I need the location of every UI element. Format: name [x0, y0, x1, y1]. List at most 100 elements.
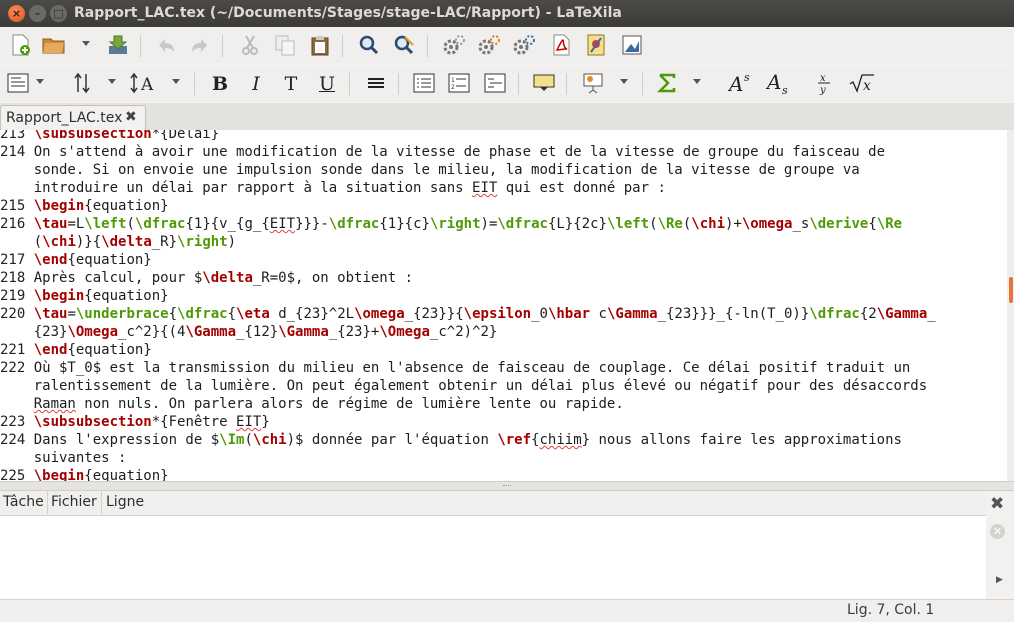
copy-icon[interactable] [273, 33, 297, 57]
itemize-icon[interactable] [412, 71, 436, 95]
window-maximize-button[interactable]: □ [50, 5, 67, 22]
latex-command: \Gamma [606, 306, 658, 322]
code-line: 216 \tau=L\left(\dfrac{1}{v_{g_{EIT}}}-\… [0, 215, 902, 233]
code-text: { [227, 306, 237, 322]
square-root-icon[interactable]: x [848, 71, 876, 95]
latex-command: \Re [876, 216, 903, 232]
view-dvi-icon[interactable] [584, 33, 608, 57]
compile-dvi-gear-icon[interactable] [512, 33, 536, 57]
spacing-icon[interactable] [70, 71, 94, 95]
code-text: _0 [531, 306, 548, 322]
enumerate-icon[interactable]: 12 [447, 71, 471, 95]
latex-command: \chi [42, 234, 76, 250]
superscript-icon[interactable]: As [728, 71, 754, 95]
code-text: Dans l'expression de $ [33, 432, 220, 448]
code-text: =L [67, 216, 85, 232]
close-panel-icon[interactable]: ✖ [990, 494, 1004, 514]
code-line: 214 On s'attend à avoir une modification… [0, 143, 885, 161]
misspelled-word: EIT [472, 180, 498, 196]
subscript-icon[interactable]: As [766, 71, 792, 95]
code-text: _R=0$, on obtient : [252, 270, 414, 286]
line-number: 213 [0, 130, 34, 142]
column-header-file[interactable]: Fichier [48, 491, 100, 514]
math-chevron-down-icon[interactable] [693, 79, 701, 84]
underline-button[interactable]: U [315, 71, 339, 97]
presentation-chevron-down-icon[interactable] [620, 79, 628, 84]
line-number [0, 396, 34, 412]
math-sum-icon[interactable] [655, 71, 679, 95]
new-file-icon[interactable] [8, 33, 32, 57]
splitter-grip [503, 485, 511, 488]
spacing-chevron-down-icon[interactable] [108, 79, 116, 84]
pane-splitter[interactable] [0, 481, 1014, 491]
code-text: ( [33, 234, 43, 250]
view-ps-icon[interactable] [620, 33, 644, 57]
latex-command: \omega [354, 306, 405, 322]
bold-button[interactable]: B [208, 71, 232, 97]
code-text: {equation} [84, 198, 169, 214]
typewriter-button[interactable]: T [279, 71, 303, 97]
cut-icon[interactable] [238, 33, 262, 57]
line-number: 219 [0, 288, 34, 304]
code-text: {1}{v_{g_{ [185, 216, 270, 232]
paste-icon[interactable] [308, 33, 332, 57]
tab-close-icon[interactable]: ✖ [125, 109, 137, 125]
code-text: ) [227, 234, 237, 250]
open-recent-chevron-down-icon[interactable] [82, 41, 90, 46]
code-text: ralentissement de la lumière. On peut ég… [33, 378, 928, 394]
latex-command: \begin [33, 468, 85, 481]
toolbar-separator [398, 73, 399, 95]
column-header-task[interactable]: Tâche [0, 491, 47, 514]
latex-command: \dfrac [177, 306, 228, 322]
build-output-list[interactable] [0, 516, 986, 599]
sectioning-chevron-down-icon[interactable] [36, 79, 44, 84]
code-text: { [168, 306, 178, 322]
font-size-icon[interactable]: A [130, 71, 162, 95]
toolbar-separator [566, 73, 567, 95]
strikethrough-icon[interactable] [364, 71, 388, 95]
find-icon[interactable] [357, 33, 381, 57]
expand-arrow-icon[interactable]: ▶ [996, 575, 1003, 585]
references-icon[interactable] [532, 71, 556, 95]
editor-vertical-scrollbar[interactable] [1007, 130, 1014, 481]
undo-icon[interactable] [154, 33, 178, 57]
line-number [0, 180, 34, 196]
window-close-button[interactable]: × [8, 5, 25, 22]
stop-build-icon[interactable]: ✕ [990, 524, 1005, 539]
tab-rapport-lac[interactable]: Rapport_LAC.tex ✖ [0, 105, 146, 130]
document-tab-bar: Rapport_LAC.tex ✖ [0, 103, 1014, 131]
line-number: 216 [0, 216, 34, 232]
code-text: _R} [151, 234, 178, 250]
sectioning-icon[interactable] [6, 71, 30, 95]
latex-command: \right [429, 216, 481, 232]
save-icon[interactable] [106, 33, 130, 57]
compile-pdf-gear-icon[interactable] [477, 33, 501, 57]
open-folder-icon[interactable] [42, 33, 66, 57]
line-number [0, 324, 34, 340]
description-icon[interactable] [483, 71, 507, 95]
code-text: sonde. Si on envoie une impulsion sonde … [33, 162, 860, 178]
latex-command: \dfrac [134, 216, 186, 232]
code-text: introduire un délai par rapport à la sit… [33, 180, 473, 196]
code-text: {1}{c} [379, 216, 430, 232]
code-text: )= [480, 216, 498, 232]
editor-scrollbar-thumb[interactable] [1009, 277, 1013, 303]
font-size-chevron-down-icon[interactable] [172, 79, 180, 84]
redo-icon[interactable] [188, 33, 212, 57]
code-text: *{Fenêtre [151, 414, 237, 430]
column-header-line[interactable]: Ligne [103, 491, 147, 514]
svg-text:A: A [728, 72, 743, 95]
svg-text:A: A [140, 75, 154, 94]
presentation-icon[interactable] [581, 71, 605, 95]
toolbar-separator [427, 35, 428, 57]
source-editor[interactable]: 213 \subsubsection*{Délai} 214 On s'atten… [0, 130, 1007, 481]
italic-button[interactable]: I [244, 71, 268, 97]
compile-gear-icon[interactable] [442, 33, 466, 57]
find-replace-icon[interactable] [392, 33, 416, 57]
latex-command: \subsubsection [33, 414, 152, 430]
view-pdf-icon[interactable] [549, 33, 573, 57]
fraction-icon[interactable]: xy [812, 71, 836, 95]
code-text: {23} [33, 324, 68, 340]
toolbar-separator [140, 35, 141, 57]
window-minimize-button[interactable]: – [29, 5, 46, 22]
